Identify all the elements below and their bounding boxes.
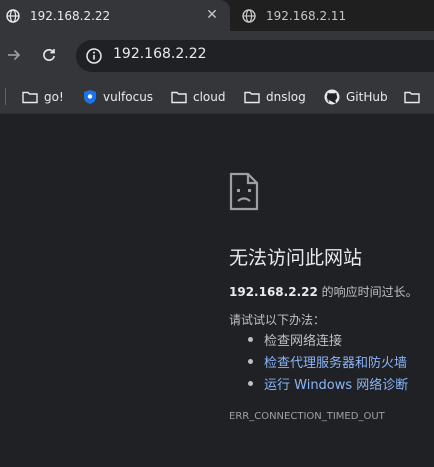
bullet	[248, 381, 253, 386]
reload-icon	[43, 48, 55, 61]
info-icon[interactable]	[85, 47, 103, 65]
tab-title: 192.168.2.11	[266, 8, 347, 23]
bookmark-dnslog[interactable]: dnslog	[244, 80, 306, 113]
suggestion-windows-diagnostics-link[interactable]: 运行 Windows 网络诊断	[264, 374, 408, 393]
vulfocus-shield-icon	[84, 89, 96, 104]
globe-icon	[6, 8, 20, 23]
folder-icon	[171, 91, 187, 103]
suggestion-check-proxy-link[interactable]: 检查代理服务器和防火墙	[264, 352, 407, 371]
tab-title: 192.168.2.22	[30, 8, 111, 23]
try-label: 请试试以下办法：	[229, 313, 326, 327]
folder-icon	[22, 91, 38, 103]
suggestion-check-network: 检查网络连接	[264, 334, 343, 349]
bookmark-label: go!	[44, 89, 64, 104]
close-icon[interactable]: ✕	[203, 6, 221, 24]
tab-active[interactable]: 192.168.2.22 ✕	[0, 0, 230, 31]
tab-strip: 192.168.2.22 ✕ 192.168.2.11	[0, 0, 434, 31]
tab-inactive[interactable]: 192.168.2.11	[232, 0, 434, 31]
error-detail: 192.168.2.22 的响应时间过长。	[229, 283, 418, 300]
bookmark-label: GitHub	[346, 89, 388, 104]
bookmarks-bar: go! vulfocus cloud dnslog GitHub	[0, 80, 434, 114]
reload-button[interactable]	[37, 43, 61, 67]
bookmarks-divider	[5, 88, 6, 105]
bookmark-github[interactable]: GitHub	[324, 80, 388, 113]
folder-icon	[244, 91, 260, 103]
forward-button[interactable]	[2, 43, 26, 67]
forward-arrow-icon	[8, 49, 21, 61]
bookmark-cloud[interactable]: cloud	[171, 80, 226, 113]
bookmark-vulfocus[interactable]: vulfocus	[83, 80, 153, 113]
error-heading: 无法访问此网站	[229, 247, 363, 269]
url-text[interactable]: 192.168.2.22	[113, 46, 207, 62]
bookmark-go[interactable]: go!	[22, 80, 64, 113]
folder-icon	[404, 91, 420, 103]
bookmark-folder-truncated[interactable]	[404, 80, 426, 113]
bullet	[248, 337, 253, 342]
sad-page-icon	[229, 172, 259, 211]
bookmark-label: dnslog	[266, 89, 306, 104]
error-host: 192.168.2.22	[229, 285, 318, 299]
error-detail-text: 的响应时间过长。	[317, 285, 418, 299]
error-code: ERR_CONNECTION_TIMED_OUT	[229, 411, 385, 422]
bullet	[248, 359, 253, 364]
globe-icon	[242, 8, 256, 23]
github-icon	[324, 89, 340, 104]
bookmark-label: vulfocus	[103, 89, 154, 104]
bookmark-label: cloud	[193, 89, 226, 104]
